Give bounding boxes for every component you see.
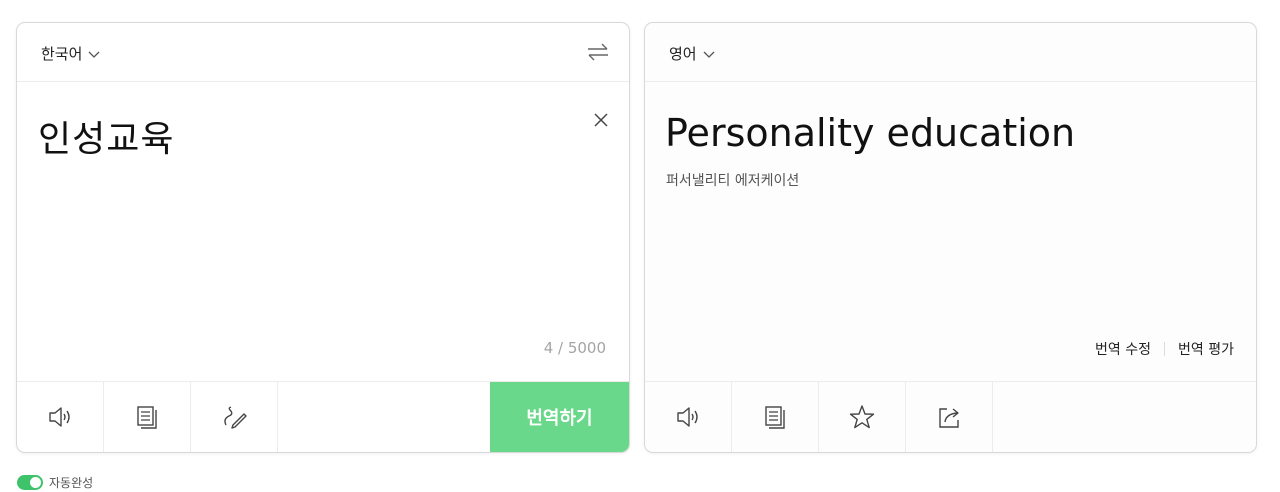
toggle-knob bbox=[30, 477, 41, 488]
copy-icon bbox=[765, 406, 785, 429]
pronunciation-text: 퍼서낼리티 에저케이션 bbox=[666, 173, 800, 189]
clear-icon[interactable] bbox=[593, 112, 609, 128]
translation-feedback-links: 번역 수정 번역 평가 bbox=[1095, 339, 1234, 359]
star-icon bbox=[849, 405, 875, 429]
share-button[interactable] bbox=[906, 382, 993, 452]
source-language-select[interactable]: 한국어 bbox=[41, 43, 100, 64]
source-panel: 한국어 인성교육 4 / 5000 번역하기 bbox=[16, 22, 630, 453]
speaker-icon bbox=[49, 407, 70, 427]
edit-translation-link[interactable]: 번역 수정 bbox=[1095, 339, 1151, 359]
handwriting-button[interactable] bbox=[191, 382, 278, 452]
rate-translation-link[interactable]: 번역 평가 bbox=[1178, 339, 1234, 359]
autocomplete-setting: 자동완성 bbox=[17, 474, 93, 491]
target-panel: 영어 Personality education 퍼서낼리티 에저케이션 번역 … bbox=[644, 22, 1257, 453]
target-copy-button[interactable] bbox=[732, 382, 819, 452]
link-divider bbox=[1164, 342, 1166, 356]
source-toolbar: 번역하기 bbox=[17, 381, 629, 452]
source-listen-button[interactable] bbox=[17, 382, 104, 452]
handwriting-icon bbox=[224, 406, 247, 429]
target-language-select[interactable]: 영어 bbox=[669, 43, 715, 64]
target-language-label: 영어 bbox=[669, 45, 697, 63]
swap-languages-icon[interactable] bbox=[585, 41, 611, 63]
autocomplete-toggle[interactable] bbox=[17, 475, 43, 490]
target-listen-button[interactable] bbox=[645, 382, 732, 452]
translate-button[interactable]: 번역하기 bbox=[490, 382, 629, 452]
autocomplete-label: 자동완성 bbox=[49, 476, 94, 490]
target-header: 영어 bbox=[645, 23, 1256, 82]
share-icon bbox=[939, 408, 959, 428]
speaker-icon bbox=[677, 407, 698, 427]
chevron-down-icon bbox=[703, 51, 715, 58]
translation-result: Personality education bbox=[665, 111, 1076, 155]
source-text-input[interactable]: 인성교육 bbox=[38, 110, 174, 162]
favorite-button[interactable] bbox=[819, 382, 906, 452]
char-count: 4 / 5000 bbox=[543, 339, 606, 357]
source-header: 한국어 bbox=[17, 23, 629, 82]
source-language-label: 한국어 bbox=[41, 45, 83, 63]
chevron-down-icon bbox=[88, 51, 100, 58]
target-toolbar bbox=[645, 381, 1256, 452]
copy-icon bbox=[137, 406, 157, 429]
source-copy-button[interactable] bbox=[104, 382, 191, 452]
